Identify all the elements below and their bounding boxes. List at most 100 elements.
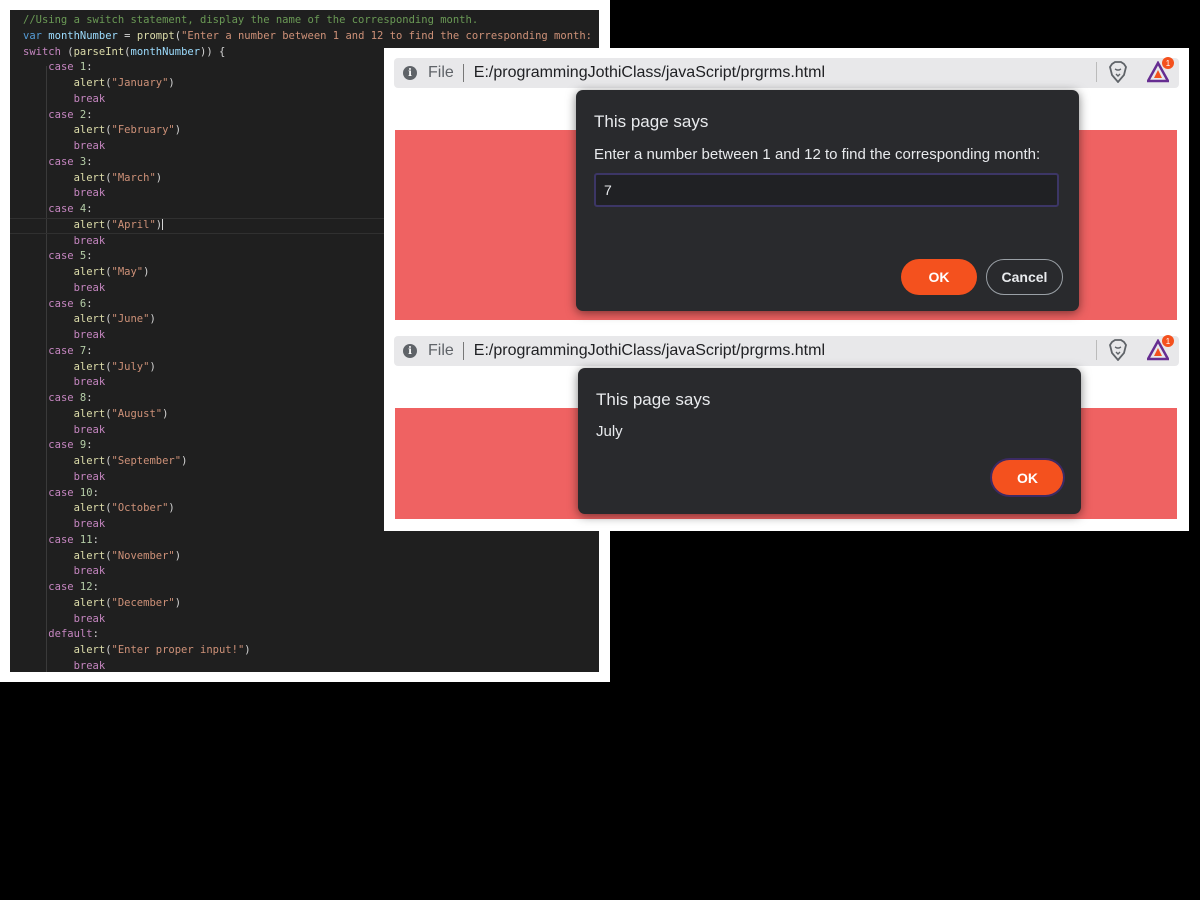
code-token: "Enter a number between 1 and 12 to find… (181, 29, 599, 42)
code-token: break (73, 376, 106, 389)
info-icon[interactable]: i (403, 66, 417, 80)
code-token: case (48, 486, 74, 499)
code-token: "March" (111, 171, 156, 184)
code-token: case (48, 250, 74, 263)
code-token: ) (181, 455, 188, 467)
code-token: ) (174, 124, 182, 137)
code-token: case (48, 203, 74, 215)
code-token: alert (73, 502, 106, 515)
code-token: break (73, 518, 106, 530)
code-token: alert (73, 77, 106, 89)
code-line[interactable]: case 12: (23, 580, 599, 596)
ok-button[interactable]: OK (901, 259, 977, 295)
code-token: : (86, 439, 93, 452)
code-token: : (92, 628, 99, 641)
brave-shields-icon[interactable] (1109, 339, 1127, 361)
brave-rewards-icon[interactable]: 1 (1145, 335, 1174, 361)
cancel-button[interactable]: Cancel (986, 259, 1063, 295)
code-token: alert (73, 124, 106, 137)
code-token: break (73, 234, 106, 247)
code-token: alert (73, 360, 106, 373)
code-token: : (92, 486, 99, 499)
code-token: "Enter proper input!" (111, 644, 245, 656)
code-token: ) (149, 313, 156, 326)
code-token: ( (105, 218, 112, 231)
code-token: case (48, 297, 74, 310)
code-token: "June" (111, 313, 150, 326)
code-token: : (86, 155, 93, 168)
url-text[interactable]: E:/programmingJothiClass/javaScript/prgr… (474, 342, 825, 360)
code-token: ( (60, 45, 74, 58)
code-token: "December" (111, 596, 175, 609)
code-token: 10 (79, 486, 93, 499)
code-token: ) (155, 171, 163, 184)
code-line[interactable]: case 11: (23, 533, 599, 549)
code-token: : (92, 581, 99, 593)
code-token: case (48, 344, 74, 357)
code-token: ) (244, 644, 251, 656)
prompt-input[interactable] (594, 173, 1059, 207)
code-token: "September" (111, 455, 182, 467)
code-token: case (48, 155, 74, 168)
code-token: alert (73, 549, 106, 562)
address-bar[interactable]: i File E:/programmingJothiClass/javaScri… (394, 57, 1179, 88)
file-label: File (428, 342, 454, 359)
toolbar-icons: 1 (1096, 57, 1174, 83)
browser-window-prompt: i File E:/programmingJothiClass/javaScri… (384, 48, 1189, 332)
notification-badge: 1 (1162, 335, 1174, 347)
code-line[interactable]: break (23, 564, 599, 580)
address-bar[interactable]: i File E:/programmingJothiClass/javaScri… (394, 335, 1179, 366)
code-line[interactable]: break (23, 659, 599, 672)
code-line[interactable]: var monthNumber = prompt("Enter a number… (23, 29, 599, 45)
text-cursor (162, 217, 164, 230)
ok-button[interactable]: OK (992, 460, 1063, 495)
code-token: 11 (79, 533, 93, 546)
brave-shields-icon[interactable] (1109, 61, 1127, 83)
code-token: case (48, 392, 74, 404)
code-token: "July" (111, 360, 150, 373)
code-line[interactable]: alert("November") (23, 549, 599, 565)
url-text[interactable]: E:/programmingJothiClass/javaScript/prgr… (474, 64, 825, 82)
alert-dialog: This page says July OK (578, 368, 1081, 514)
code-line[interactable]: //Using a switch statement, display the … (23, 13, 599, 29)
brave-rewards-icon[interactable]: 1 (1145, 57, 1174, 83)
code-token: "April" (111, 218, 156, 231)
code-token: switch (23, 45, 61, 58)
notification-badge: 1 (1162, 57, 1174, 69)
prompt-dialog: This page says Enter a number between 1 … (576, 90, 1079, 311)
code-token: case (48, 533, 74, 546)
code-line[interactable]: break (23, 612, 599, 628)
code-token: case (48, 108, 74, 121)
code-line[interactable]: default: (23, 627, 599, 643)
info-icon[interactable]: i (403, 344, 417, 358)
toolbar-icons: 1 (1096, 335, 1174, 361)
code-token: "January" (111, 77, 169, 89)
code-token: 12 (79, 581, 93, 593)
code-token: ) (168, 502, 175, 515)
code-token: parseInt (73, 45, 125, 58)
code-line[interactable]: alert("Enter proper input!") (23, 643, 599, 659)
code-token: default (48, 628, 93, 641)
code-token: ) (155, 218, 163, 231)
code-token: ) (168, 77, 175, 89)
code-token: case (48, 581, 74, 593)
code-line[interactable]: alert("December") (23, 596, 599, 612)
code-token: break (73, 659, 106, 672)
code-token: : (86, 61, 93, 74)
code-token: ) (143, 266, 150, 278)
